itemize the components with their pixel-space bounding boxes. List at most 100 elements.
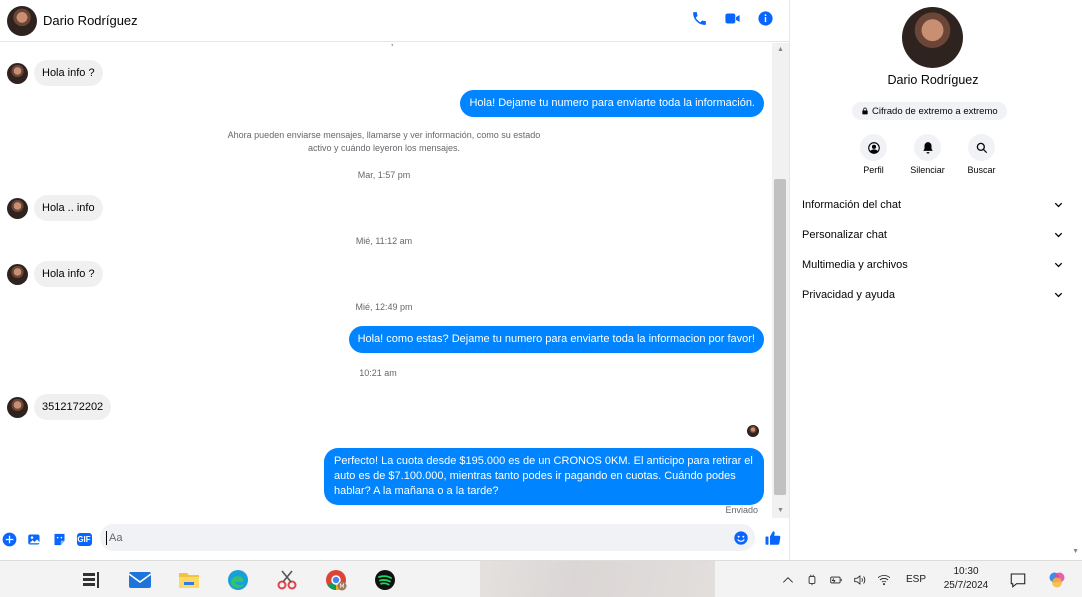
thumbs-up-icon <box>765 531 781 545</box>
wifi-icon <box>877 574 891 585</box>
chevron-down-icon <box>1054 232 1063 237</box>
taskbar-file-explorer[interactable] <box>170 566 208 594</box>
mail-icon <box>128 572 152 588</box>
menu-item-label: Multimedia y archivos <box>802 259 908 271</box>
taskbar-apps: M <box>72 566 404 594</box>
message-scrollbar[interactable]: ▲ ▼ <box>772 43 789 518</box>
tray-language[interactable]: ESP <box>906 574 926 585</box>
incoming-message[interactable]: Hola .. info <box>34 195 103 221</box>
taskbar-mail[interactable] <box>121 566 159 594</box>
delivery-status: Enviado <box>725 505 758 515</box>
clipped-timestamp: · · · , · <box>0 43 772 48</box>
tray-network-button[interactable] <box>876 572 892 588</box>
encryption-label: Cifrado de extremo a extremo <box>872 105 998 117</box>
taskbar-chrome[interactable]: M <box>317 566 355 594</box>
notification-icon <box>1010 573 1026 588</box>
copilot-icon <box>1049 572 1065 588</box>
mute-action-label: Silenciar <box>910 165 945 175</box>
message-row-incoming: Hola info ? <box>7 261 103 287</box>
video-call-button[interactable] <box>723 9 742 28</box>
task-view-icon <box>83 572 99 588</box>
timestamp: Mié, 11:12 am <box>355 236 413 246</box>
message-list[interactable]: · · · , · Hola info ? Hola! Dejame tu nu… <box>0 43 772 518</box>
conversation-info-panel: Dario Rodríguez Cifrado de extremo a ext… <box>789 0 1082 560</box>
sender-avatar[interactable] <box>7 263 28 285</box>
incoming-message[interactable]: Hola info ? <box>34 261 103 287</box>
attach-photo-button[interactable] <box>26 531 42 547</box>
panel-scroll-down-icon[interactable]: ▼ <box>1072 548 1079 555</box>
timestamp: Mié, 12:49 pm <box>355 302 413 312</box>
search-action-circle <box>968 134 995 161</box>
tray-overflow-button[interactable] <box>780 572 796 588</box>
taskbar-spotify[interactable] <box>366 566 404 594</box>
system-tray: ESP <box>780 561 932 597</box>
voice-call-button[interactable] <box>690 9 709 28</box>
taskbar-snipping-tool[interactable] <box>268 566 306 594</box>
mute-action-circle <box>914 134 941 161</box>
taskbar-clock[interactable]: 10:30 25/7/2024 <box>935 565 997 593</box>
taskbar-task-view[interactable] <box>72 566 110 594</box>
windows-taskbar: M ESP 10:30 25/7/2024 <box>0 560 1082 597</box>
profile-name: Dario Rodríguez <box>887 73 979 87</box>
sticker-button[interactable] <box>51 531 67 547</box>
incoming-message[interactable]: Hola info ? <box>34 60 103 86</box>
message-input-wrapper <box>100 524 755 551</box>
notifications-button[interactable] <box>1009 571 1027 589</box>
conversation-info-button[interactable] <box>756 9 775 28</box>
header-actions <box>690 9 775 28</box>
snipping-tool-icon <box>277 570 297 590</box>
send-like-button[interactable] <box>764 529 782 547</box>
quick-actions: Perfil Silenciar Buscar <box>854 134 1001 175</box>
outgoing-message[interactable]: Hola! como estas? Dejame tu numero para … <box>348 326 764 353</box>
outgoing-message[interactable]: Perfecto! La cuota desde $195.000 es de … <box>324 448 764 505</box>
menu-customize-chat[interactable]: Personalizar chat <box>802 220 1064 250</box>
sticker-icon <box>54 533 64 545</box>
message-input[interactable] <box>106 530 733 545</box>
seen-receipt-avatar <box>747 425 759 437</box>
encryption-badge[interactable]: Cifrado de extremo a extremo <box>852 102 1007 120</box>
info-icon <box>758 11 773 26</box>
emoji-button[interactable] <box>733 530 749 546</box>
chat-header: Dario Rodríguez <box>0 0 789 42</box>
scroll-down-arrow-icon[interactable]: ▼ <box>772 504 789 518</box>
scroll-thumb[interactable] <box>774 179 786 495</box>
mute-action-button[interactable]: Silenciar <box>908 134 947 175</box>
chrome-icon: M <box>326 570 347 591</box>
phone-icon <box>693 12 706 25</box>
tray-usb-button[interactable] <box>804 572 820 588</box>
copilot-button[interactable] <box>1047 570 1069 590</box>
sender-avatar[interactable] <box>7 62 28 84</box>
usb-device-icon <box>808 574 816 585</box>
profile-avatar[interactable] <box>902 7 963 68</box>
info-notice: Ahora pueden enviarse mensajes, llamarse… <box>227 130 541 153</box>
sender-avatar[interactable] <box>7 197 28 219</box>
message-composer: GIF <box>0 518 789 560</box>
menu-privacy-support[interactable]: Privacidad y ayuda <box>802 280 1064 310</box>
timestamp: Mar, 1:57 pm <box>357 170 411 180</box>
contact-avatar[interactable] <box>7 5 37 36</box>
tray-volume-button[interactable] <box>852 572 868 588</box>
incoming-message[interactable]: 3512172202 <box>34 394 112 420</box>
outgoing-message[interactable]: Hola! Dejame tu numero para enviarte tod… <box>460 90 764 117</box>
taskbar-background-image <box>480 561 715 597</box>
gif-icon: GIF <box>76 532 92 546</box>
more-actions-button[interactable] <box>1 531 17 547</box>
gif-button[interactable]: GIF <box>76 531 92 547</box>
lock-icon <box>862 107 868 115</box>
messenger-window: Dario Rodríguez · · · , · Hola info ? Ho… <box>0 0 1082 597</box>
search-action-button[interactable]: Buscar <box>962 134 1001 175</box>
scroll-up-arrow-icon[interactable]: ▲ <box>772 43 789 57</box>
menu-chat-info[interactable]: Información del chat <box>802 190 1064 220</box>
svg-text:M: M <box>339 583 344 590</box>
tray-battery-button[interactable] <box>828 572 844 588</box>
profile-action-button[interactable]: Perfil <box>854 134 893 175</box>
taskbar-edge[interactable] <box>219 566 257 594</box>
profile-icon <box>867 141 880 154</box>
contact-name[interactable]: Dario Rodríguez <box>43 13 138 28</box>
sender-avatar[interactable] <box>7 396 28 418</box>
message-row-incoming: 3512172202 <box>7 394 112 420</box>
menu-media-files[interactable]: Multimedia y archivos <box>802 250 1064 280</box>
chevron-down-icon <box>1054 262 1063 267</box>
clock-date: 25/7/2024 <box>943 580 989 591</box>
menu-item-label: Información del chat <box>802 199 902 211</box>
